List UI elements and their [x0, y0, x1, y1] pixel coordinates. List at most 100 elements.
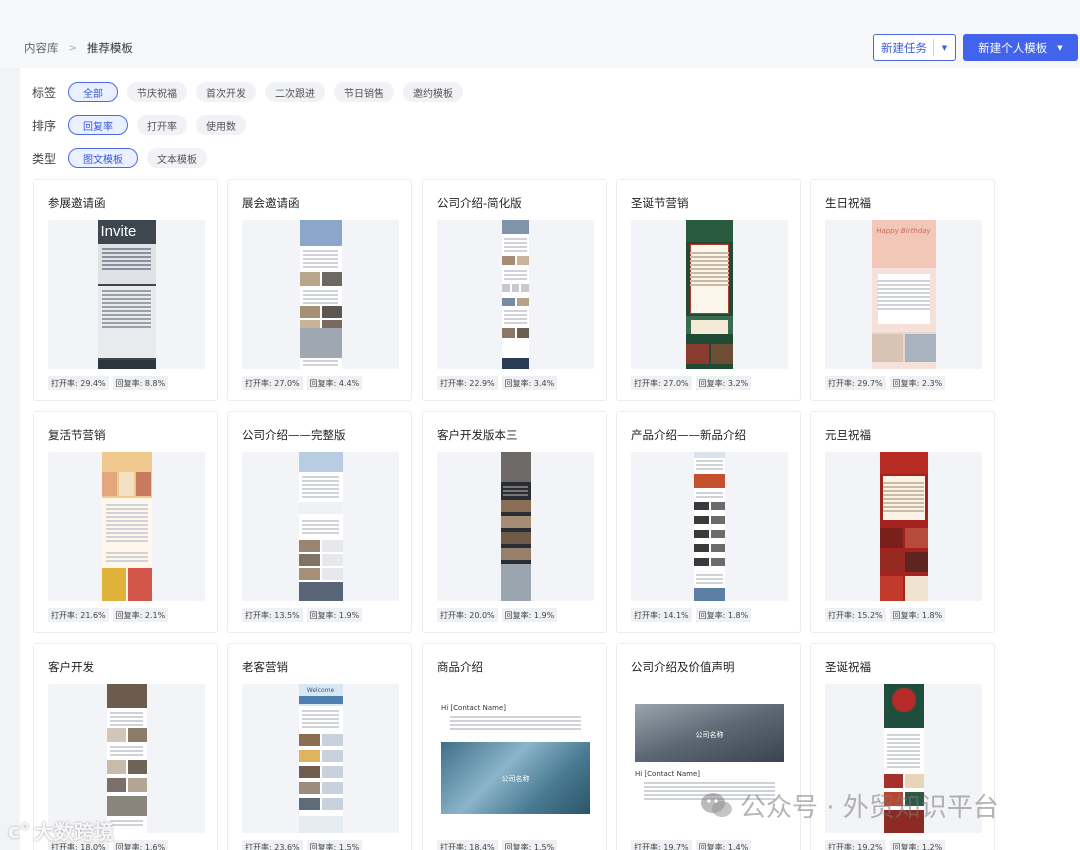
new-template-button[interactable]: 新建个人模板 ▼: [963, 34, 1078, 61]
filter-chip[interactable]: 回复率: [68, 115, 128, 135]
filter-chip[interactable]: 打开率: [137, 115, 187, 135]
thumb-image: [871, 334, 903, 362]
template-stats: 打开率: 29.4% 回复率: 8.8%: [48, 376, 169, 390]
template-title[interactable]: 客户开发: [48, 659, 94, 675]
template-thumbnail[interactable]: [825, 452, 982, 601]
template-thumbnail[interactable]: [242, 452, 399, 601]
thumb-block: [299, 328, 342, 358]
template-title[interactable]: 复活节营销: [48, 427, 106, 443]
filter-chip[interactable]: 首次开发: [196, 82, 256, 102]
filter-chip[interactable]: 节日销售: [334, 82, 394, 102]
template-card[interactable]: 复活节营销 打开率: 21.6% 回复率: 2.1%: [33, 411, 218, 633]
thumb-text-line: [504, 274, 527, 276]
template-thumbnail[interactable]: [48, 452, 205, 601]
open-rate-badge: 打开率: 22.9%: [437, 376, 498, 390]
breadcrumb-root[interactable]: 内容库: [24, 40, 59, 56]
template-title[interactable]: 客户开发版本三: [437, 427, 518, 443]
template-card[interactable]: 客户开发版本三打开率: 20.0% 回复率: 1.9%: [422, 411, 607, 633]
thumb-block: [298, 696, 343, 704]
thumb-text-line: [109, 724, 144, 726]
new-template-label[interactable]: 新建个人模板: [978, 40, 1047, 56]
filter-chip[interactable]: 使用数: [196, 115, 246, 135]
thumb-image-row: [500, 532, 531, 544]
template-title[interactable]: 参展邀请函: [48, 195, 106, 211]
template-thumbnail[interactable]: [437, 452, 594, 601]
template-thumbnail[interactable]: [631, 220, 788, 369]
template-title[interactable]: 产品介绍——新品介绍: [631, 427, 746, 443]
template-card[interactable]: 公司介绍-简化版 打开率: 22.9% 回复率: 3.4%: [422, 179, 607, 401]
template-thumbnail[interactable]: [242, 220, 399, 369]
thumb-image: [101, 472, 117, 496]
template-card[interactable]: 公司介绍——完整版 打开率: 13.5% 回复率: 1.9%: [227, 411, 412, 633]
thumb-text-line: [302, 710, 339, 712]
template-stats: 打开率: 20.0% 回复率: 1.9%: [437, 608, 558, 622]
template-thumbnail[interactable]: [631, 452, 788, 601]
thumb-text-line: [109, 820, 144, 822]
thumb-text-line: [876, 280, 931, 282]
template-title[interactable]: 圣诞祝福: [825, 659, 871, 675]
template-card[interactable]: 商品介绍 Hi [Contact Name] 公司名称 打开率: 18.4% 回复率: …: [422, 643, 607, 850]
template-card[interactable]: 展会邀请函 打开率: 27.0% 回复率: 4.4%: [227, 179, 412, 401]
template-thumbnail[interactable]: [48, 684, 205, 833]
template-thumbnail[interactable]: Hi [Contact Name] 公司名称: [437, 684, 594, 833]
filter-row: 标签 全部 节庆祝福 首次开发 二次跟进 节日销售 邀约模板: [32, 82, 472, 102]
thumb-image-row: [298, 568, 343, 580]
thumb-text-line: [876, 288, 931, 290]
thumb-text-line: [102, 264, 151, 266]
template-title[interactable]: 老客营销: [242, 659, 288, 675]
thumb-block: [690, 244, 729, 314]
caret-down-icon[interactable]: ▼: [934, 44, 955, 52]
filter-chip[interactable]: 图文模板: [68, 148, 138, 168]
template-card[interactable]: 产品介绍——新品介绍 打开率: 14.1% 回复率: 1.8%: [616, 411, 801, 633]
thumb-image: [710, 502, 725, 510]
template-thumbnail[interactable]: [437, 220, 594, 369]
template-title[interactable]: 公司介绍——完整版: [242, 427, 346, 443]
thumb-image-row: [106, 778, 147, 792]
new-task-label[interactable]: 新建任务: [874, 39, 934, 56]
reply-rate-badge: 回复率: 1.6%: [112, 840, 169, 850]
template-title[interactable]: 商品介绍: [437, 659, 483, 675]
template-card[interactable]: 老客营销 Welcome 打开率: 23.6% 回复率: 1.5%: [227, 643, 412, 850]
template-card[interactable]: 参展邀请函 Invite 打开率: 29.4% 回复率: 8.8%: [33, 179, 218, 401]
thumb-image: [298, 540, 320, 552]
wechat-icon: [701, 792, 732, 817]
thumb-text-line: [109, 716, 144, 718]
thumb-image: [502, 256, 515, 265]
thumb-text-line: [302, 726, 339, 728]
thumb-image: [502, 284, 510, 292]
thumb-image-row: [500, 548, 531, 560]
caret-down-icon[interactable]: ▼: [1057, 44, 1062, 52]
template-title[interactable]: 展会邀请函: [242, 195, 300, 211]
open-rate-badge: 打开率: 23.6%: [242, 840, 303, 850]
thumb-text-line: [504, 250, 527, 252]
template-thumbnail[interactable]: Welcome: [242, 684, 399, 833]
reply-rate-badge: 回复率: 8.8%: [112, 376, 169, 390]
template-title[interactable]: 公司介绍-简化版: [437, 195, 522, 211]
reply-rate-badge: 回复率: 1.8%: [889, 608, 946, 622]
thumb-text-line: [883, 510, 924, 512]
template-thumbnail[interactable]: Happy Birthday: [825, 220, 982, 369]
template-card[interactable]: 元旦祝福 打开率: 15.2% 回复率: 1.8%: [810, 411, 995, 633]
template-title[interactable]: 公司介绍及价值声明: [631, 659, 735, 675]
new-task-button[interactable]: 新建任务 ▼: [873, 34, 956, 61]
open-rate-badge: 打开率: 18.4%: [437, 840, 498, 850]
filter-chip[interactable]: 文本模板: [147, 148, 207, 168]
filter-chip[interactable]: 二次跟进: [265, 82, 325, 102]
template-card[interactable]: 圣诞节营销 打开率: 27.0% 回复率: 3.2%: [616, 179, 801, 401]
filter-chip[interactable]: 节庆祝福: [127, 82, 187, 102]
filter-chip[interactable]: 全部: [68, 82, 118, 102]
thumb-text-line: [302, 250, 339, 252]
thumb-text-line: [302, 262, 339, 264]
template-thumbnail[interactable]: Invite: [48, 220, 205, 369]
filter-chip[interactable]: 邀约模板: [403, 82, 463, 102]
template-title[interactable]: 生日祝福: [825, 195, 871, 211]
thumb-text-line: [696, 578, 723, 580]
template-card[interactable]: 生日祝福 Happy Birthday 打开率: 29.7% 回复率: 2.3%: [810, 179, 995, 401]
watermark-right: 公众号 · 外贸知识平台: [700, 787, 999, 824]
thumb-text-line: [302, 488, 339, 490]
template-title[interactable]: 圣诞节营销: [631, 195, 689, 211]
reply-rate-badge: 回复率: 1.9%: [501, 608, 558, 622]
template-title[interactable]: 元旦祝福: [825, 427, 871, 443]
thumb-image: [500, 548, 531, 560]
thumb-block: [879, 452, 928, 474]
